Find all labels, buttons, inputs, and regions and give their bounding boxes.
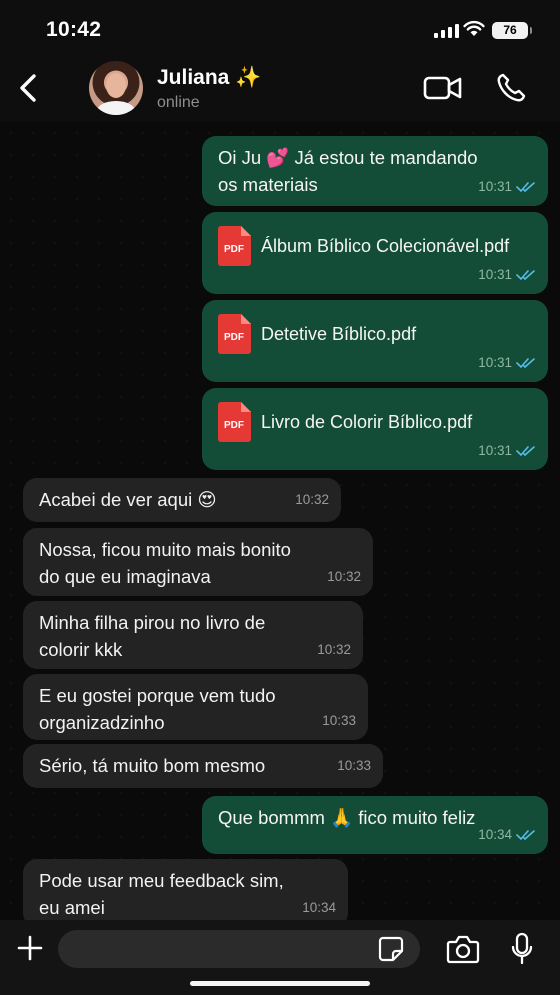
message-bubble-incoming[interactable]: Sério, tá muito bom mesmo 10:33 xyxy=(23,744,383,788)
message-input[interactable] xyxy=(58,930,420,968)
message-text: Minha filha pirou no livro de xyxy=(39,612,266,633)
message-time: 10:33 xyxy=(337,758,371,773)
plus-icon[interactable] xyxy=(16,934,44,962)
contact-avatar[interactable] xyxy=(89,61,143,115)
message-bubble-incoming[interactable]: Nossa, ficou muito mais bonito do que eu… xyxy=(23,528,373,596)
message-meta: 10:34 xyxy=(302,894,336,920)
message-text: Nossa, ficou muito mais bonito xyxy=(39,539,291,560)
message-time: 10:33 xyxy=(322,713,356,728)
message-time: 10:31 xyxy=(478,179,512,194)
message-text: Acabei de ver aqui 😍 xyxy=(39,489,217,510)
avatar-face xyxy=(106,73,126,98)
message-text: Pode usar meu feedback sim, xyxy=(39,870,284,891)
file-attachment[interactable]: PDF Detetive Bíblico.pdf xyxy=(218,314,532,354)
wifi-icon xyxy=(463,20,485,36)
message-bubble-incoming[interactable]: E eu gostei porque vem tudo organizadzin… xyxy=(23,674,368,740)
message-bubble-incoming[interactable]: Pode usar meu feedback sim, eu amei 10:3… xyxy=(23,859,348,920)
file-attachment[interactable]: PDF Livro de Colorir Bíblico.pdf xyxy=(218,402,532,442)
message-time: 10:34 xyxy=(478,827,512,842)
message-meta: 10:33 xyxy=(322,707,356,734)
file-message-outgoing[interactable]: PDF Detetive Bíblico.pdf 10:31 xyxy=(202,300,548,382)
pdf-label: PDF xyxy=(224,244,244,255)
pdf-file-icon: PDF xyxy=(218,226,251,266)
read-receipt-icon xyxy=(516,445,535,456)
contact-status: online xyxy=(157,94,200,111)
message-bubble-incoming[interactable]: Minha filha pirou no livro de colorir kk… xyxy=(23,601,363,669)
message-meta: 10:33 xyxy=(337,752,371,779)
avatar-shirt xyxy=(97,101,135,115)
message-time: 10:31 xyxy=(478,355,512,370)
file-name: Livro de Colorir Bíblico.pdf xyxy=(261,411,473,432)
battery-indicator: 76 xyxy=(492,22,532,39)
pdf-label: PDF xyxy=(224,332,244,343)
message-meta: 10:31 xyxy=(478,437,536,464)
message-text: Sério, tá muito bom mesmo xyxy=(39,755,266,776)
message-meta: 10:32 xyxy=(295,486,329,513)
message-time: 10:31 xyxy=(478,267,512,282)
message-time: 10:31 xyxy=(478,443,512,458)
file-name: Detetive Bíblico.pdf xyxy=(261,323,417,344)
message-meta: 10:34 xyxy=(478,821,536,848)
status-bar: 10:42 76 xyxy=(0,0,560,56)
cellular-signal-icon xyxy=(434,24,459,38)
message-meta: 10:31 xyxy=(478,349,536,376)
file-attachment[interactable]: PDF Álbum Bíblico Colecionável.pdf xyxy=(218,226,532,266)
message-bubble-outgoing[interactable]: Oi Ju 💕 Já estou te mandando os materiai… xyxy=(202,136,548,206)
message-meta: 10:31 xyxy=(478,173,536,200)
message-meta: 10:32 xyxy=(327,563,361,590)
home-indicator xyxy=(190,981,370,986)
message-text: E eu gostei porque vem tudo xyxy=(39,685,276,706)
message-text-line2: eu amei xyxy=(39,897,105,918)
read-receipt-icon xyxy=(516,269,535,280)
sticker-icon[interactable] xyxy=(378,936,404,962)
contact-name[interactable]: Juliana ✨ xyxy=(157,66,261,90)
message-meta: 10:32 xyxy=(317,636,351,663)
status-time: 10:42 xyxy=(46,18,102,41)
read-receipt-icon xyxy=(516,181,535,192)
pdf-file-icon: PDF xyxy=(218,314,251,354)
message-time: 10:34 xyxy=(302,900,336,915)
read-receipt-icon xyxy=(516,829,535,840)
pdf-label: PDF xyxy=(224,420,244,431)
video-call-icon[interactable] xyxy=(423,74,463,102)
message-bubble-incoming[interactable]: Acabei de ver aqui 😍 10:32 xyxy=(23,478,341,522)
message-meta: 10:31 xyxy=(478,261,536,288)
microphone-icon[interactable] xyxy=(510,932,534,966)
chat-messages[interactable]: Oi Ju 💕 Já estou te mandando os materiai… xyxy=(0,122,560,920)
read-receipt-icon xyxy=(516,357,535,368)
message-time: 10:32 xyxy=(295,492,329,507)
back-chevron-icon[interactable] xyxy=(14,70,44,106)
message-text-line2: do que eu imaginava xyxy=(39,566,211,587)
camera-icon[interactable] xyxy=(446,934,480,964)
message-text-line2: organizadzinho xyxy=(39,712,165,733)
message-text: Oi Ju 💕 Já estou te mandando xyxy=(218,147,478,168)
file-message-outgoing[interactable]: PDF Álbum Bíblico Colecionável.pdf 10:31 xyxy=(202,212,548,294)
message-bubble-outgoing[interactable]: Que bommm 🙏 fico muito feliz 10:34 xyxy=(202,796,548,854)
file-name: Álbum Bíblico Colecionável.pdf xyxy=(261,235,510,256)
file-message-outgoing[interactable]: PDF Livro de Colorir Bíblico.pdf 10:31 xyxy=(202,388,548,470)
message-time: 10:32 xyxy=(327,569,361,584)
message-time: 10:32 xyxy=(317,642,351,657)
chat-header: Juliana ✨ online xyxy=(0,56,560,122)
phone-icon[interactable] xyxy=(495,72,527,104)
pdf-file-icon: PDF xyxy=(218,402,251,442)
message-text-line2: colorir kkk xyxy=(39,639,123,660)
